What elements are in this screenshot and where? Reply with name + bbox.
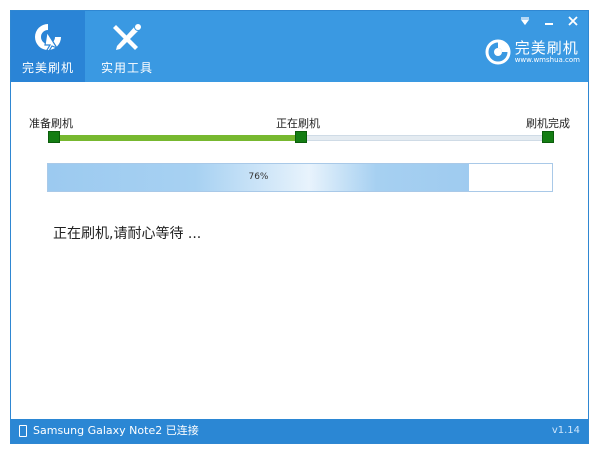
- phone-icon: [19, 425, 27, 437]
- step-node-middle: [295, 131, 307, 143]
- menu-dropdown-icon[interactable]: [518, 15, 532, 29]
- brand-name: 完美刷机: [514, 38, 579, 57]
- tab-tools[interactable]: 实用工具: [87, 11, 167, 82]
- tab-flash[interactable]: 完美刷机: [11, 11, 85, 82]
- brand-url: www.wmshua.com: [514, 55, 580, 64]
- status-bar: Samsung Galaxy Note2 已连接 v1.14: [11, 419, 588, 443]
- progress-bar: 76%: [47, 163, 553, 192]
- brand-logo: 完美刷机 www.wmshua.com: [485, 39, 580, 65]
- close-icon[interactable]: [566, 15, 580, 29]
- status-message: 正在刷机,请耐心等待 ...: [53, 226, 202, 242]
- app-window: 完美刷机 实用工具 完美刷机 www.wmshua.com 准备刷机 正在刷机 …: [10, 10, 589, 444]
- tab-tools-label: 实用工具: [100, 61, 153, 75]
- tab-flash-label: 完美刷机: [21, 61, 74, 75]
- window-controls: [518, 15, 580, 29]
- step-end-label: 刷机完成: [526, 117, 570, 130]
- version-label: v1.14: [551, 425, 580, 436]
- device-status: Samsung Galaxy Note2 已连接: [19, 419, 199, 443]
- tools-icon: [110, 21, 144, 57]
- step-start-label: 准备刷机: [29, 117, 73, 130]
- step-node-start: [48, 131, 60, 143]
- step-node-end: [542, 131, 554, 143]
- titlebar: 完美刷机 实用工具 完美刷机 www.wmshua.com: [11, 11, 588, 82]
- progress-percent: 76%: [248, 172, 269, 182]
- step-labels: 准备刷机 正在刷机 刷机完成: [11, 115, 588, 130]
- brand-icon: [485, 39, 511, 65]
- step-middle-label: 正在刷机: [276, 117, 320, 130]
- flash-cursor-icon: [32, 21, 64, 57]
- device-status-text: Samsung Galaxy Note2 已连接: [33, 424, 199, 437]
- minimize-icon[interactable]: [542, 15, 556, 29]
- step-track-fill: [55, 135, 302, 141]
